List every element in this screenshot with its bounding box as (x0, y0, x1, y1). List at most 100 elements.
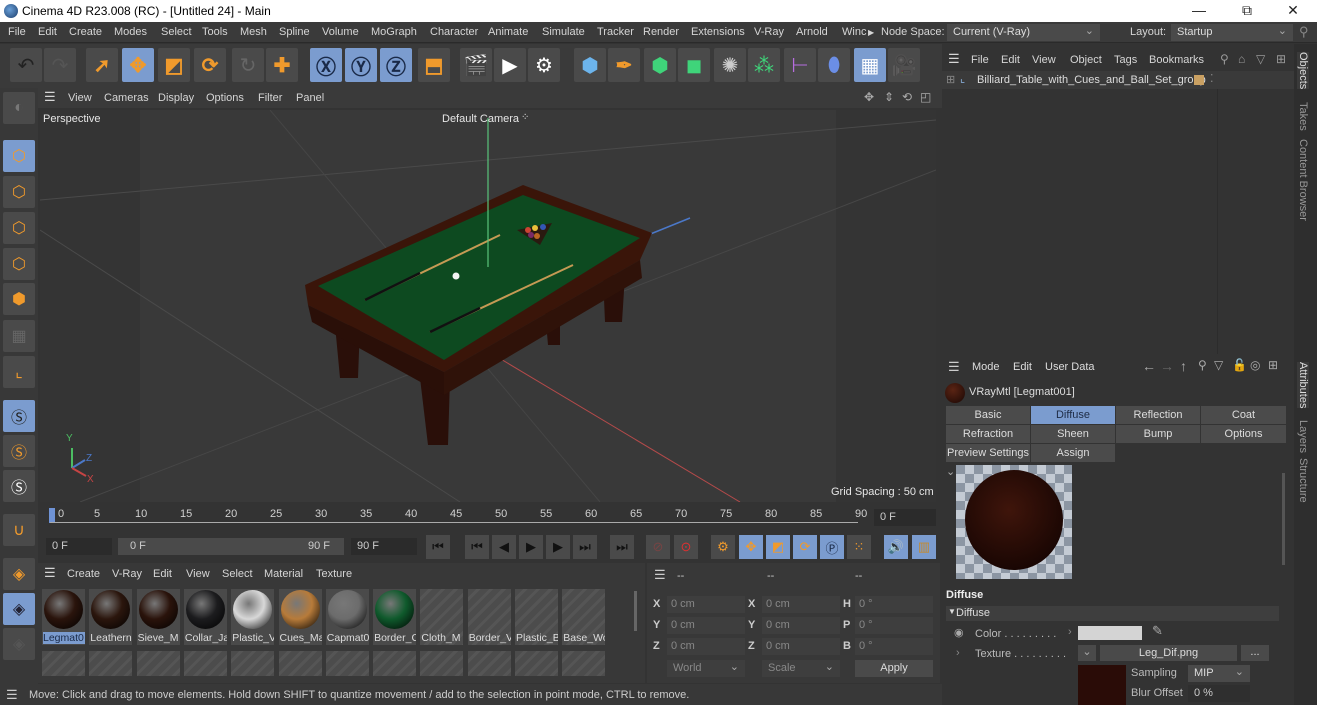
redo-button[interactable]: ↷ (44, 48, 76, 82)
material-swatch[interactable]: Cloth_M (420, 589, 464, 645)
keyframe-selection-button[interactable]: ⚙ (711, 535, 735, 559)
workplane-button[interactable]: ◈ (3, 558, 35, 590)
current-frame-field[interactable]: 0 F (874, 509, 936, 526)
tab-coat[interactable]: Coat (1201, 406, 1286, 424)
menu-character[interactable]: Character (430, 26, 478, 38)
magnet-button[interactable]: ∪ (3, 514, 35, 546)
material-swatch[interactable]: Legmat0 (42, 589, 85, 645)
empty-material-slot[interactable] (136, 651, 180, 676)
material-swatch[interactable]: Plastic_B (515, 589, 558, 645)
make-editable-button[interactable]: ◐ (3, 92, 35, 124)
key-scale-button[interactable]: ◩ (766, 535, 790, 559)
coord-value-field[interactable]: 0 cm (762, 596, 840, 613)
layout-dropdown[interactable]: Startup (1171, 24, 1293, 41)
attr-menu-user-data[interactable]: User Data (1045, 361, 1095, 373)
dolly-icon[interactable]: ⇕ (884, 90, 894, 104)
undo-button[interactable]: ↶ (10, 48, 42, 82)
mat-menu-material[interactable]: Material (264, 568, 303, 580)
empty-material-slot[interactable] (420, 651, 464, 676)
timeline-ruler[interactable]: 0 5 10 15 20 25 30 35 40 45 50 55 60 65 … (38, 502, 942, 532)
viewport-menu-cameras[interactable]: Cameras (104, 92, 149, 104)
hamburger-icon[interactable]: ☰ (654, 567, 666, 583)
coord-value-field[interactable]: 0 ° (855, 596, 933, 613)
deformer-button[interactable]: ⊢ (784, 48, 816, 82)
tab-reflection[interactable]: Reflection (1116, 406, 1200, 424)
viewport-menu-options[interactable]: Options (206, 92, 244, 104)
expand-arrow-icon[interactable]: › (956, 647, 960, 659)
menu-file[interactable]: File (8, 26, 26, 38)
select-tool-button[interactable]: ➚ (86, 48, 118, 82)
key-rotation-button[interactable]: ⟳ (793, 535, 817, 559)
menu-modes[interactable]: Modes (114, 26, 147, 38)
sound-button[interactable]: 🔊 (884, 535, 908, 559)
filter-icon[interactable]: ▽ (1214, 358, 1223, 372)
sampling-dropdown[interactable]: MIP (1188, 665, 1250, 682)
home-icon[interactable]: ⌂ (1238, 52, 1245, 66)
axis-mode-button[interactable]: ⌞ (3, 356, 35, 388)
expand-icon[interactable]: ⊞ (946, 73, 955, 86)
next-key-button[interactable]: ⏭ (573, 535, 597, 559)
minimize-button[interactable]: — (1176, 0, 1222, 22)
obj-menu-view[interactable]: View (1032, 54, 1056, 66)
lock-y-button[interactable]: Ⓨ (345, 48, 377, 82)
search-icon[interactable]: ⚲ (1220, 52, 1229, 66)
end-frame-field[interactable]: 90 F (351, 538, 417, 555)
menu-spline[interactable]: Spline (279, 26, 310, 38)
hamburger-icon[interactable]: ☰ (948, 359, 960, 375)
previous-key-button[interactable]: ⏮ (465, 535, 489, 559)
texture-mode-button[interactable]: ⬡ (3, 176, 35, 208)
hamburger-icon[interactable]: ☰ (44, 565, 56, 581)
coord-value-field[interactable]: 0 cm (667, 638, 745, 655)
align-workplane-button[interactable]: ◈ (3, 628, 35, 660)
coord-value-field[interactable]: 0 cm (667, 617, 745, 634)
viewport-menu-panel[interactable]: Panel (296, 92, 324, 104)
empty-material-slot[interactable] (373, 651, 417, 676)
key-position-button[interactable]: ✥ (739, 535, 763, 559)
menu-vray[interactable]: V-Ray (754, 26, 784, 38)
forward-arrow-icon[interactable]: → (1160, 358, 1174, 374)
target-icon[interactable]: ◎ (1250, 358, 1260, 372)
start-frame-field[interactable]: 0 F (46, 538, 112, 555)
color-swatch[interactable] (1078, 626, 1142, 640)
side-tab-content-browser[interactable]: Content Browser (1297, 139, 1309, 221)
tab-assign[interactable]: Assign (1031, 444, 1115, 462)
camera-button[interactable]: 🎥 (888, 48, 920, 82)
film-button[interactable]: ▥ (912, 535, 936, 559)
render-picture-viewer-button[interactable]: ▶ (494, 48, 526, 82)
tab-diffuse[interactable]: Diffuse (1031, 406, 1115, 424)
attr-menu-mode[interactable]: Mode (972, 361, 1000, 373)
hamburger-icon[interactable]: ☰ (6, 687, 18, 703)
object-name[interactable]: Billiard_Table_with_Cues_and_Ball_Set_gr… (977, 74, 1206, 86)
texture-file-button[interactable]: Leg_Dif.png (1100, 645, 1237, 661)
render-settings-button[interactable]: ⚙ (528, 48, 560, 82)
recent-tool-button[interactable]: ↻ (232, 48, 264, 82)
hamburger-icon[interactable]: ☰ (948, 51, 960, 67)
obj-menu-edit[interactable]: Edit (1001, 54, 1020, 66)
camera-icon[interactable]: ⁘ (521, 112, 529, 123)
search-icon[interactable]: ⚲ (1198, 358, 1207, 372)
empty-material-slot[interactable] (325, 651, 369, 676)
floor-button[interactable]: ▦ (854, 48, 886, 82)
viewport-perspective[interactable]: Perspective Default Camera ⁘ Y Z X Grid … (40, 110, 936, 502)
autokey-button[interactable]: ⊙ (674, 535, 698, 559)
hamburger-icon[interactable]: ☰ (44, 89, 56, 105)
material-scrollbar[interactable] (634, 591, 637, 631)
object-row[interactable]: ⊞ ⌞ Billiard_Table_with_Cues_and_Ball_Se… (942, 71, 1294, 89)
collapse-preview-icon[interactable]: ⌄ (946, 465, 955, 478)
subdivision-button[interactable]: ⬢ (644, 48, 676, 82)
side-tab-attributes[interactable]: Attributes (1297, 362, 1309, 409)
mograph-button[interactable]: ⁂ (748, 48, 780, 82)
tab-basic[interactable]: Basic (946, 406, 1030, 424)
material-swatch[interactable]: Base_Wo (562, 589, 606, 645)
menu-animate[interactable]: Animate (488, 26, 528, 38)
empty-material-slot[interactable] (183, 651, 227, 676)
empty-material-slot[interactable] (89, 651, 133, 676)
uv-mode-button[interactable]: ▦ (3, 320, 35, 352)
transform-tool-button[interactable]: ✚ (266, 48, 298, 82)
previous-frame-button[interactable]: ◀ (492, 535, 516, 559)
lock-x-button[interactable]: Ⓧ (310, 48, 342, 82)
material-swatch[interactable]: Sieve_M (136, 589, 180, 645)
extrude-button[interactable]: ◼ (678, 48, 710, 82)
texture-browse-button[interactable]: ... (1241, 645, 1269, 661)
menu-select[interactable]: Select (161, 26, 192, 38)
